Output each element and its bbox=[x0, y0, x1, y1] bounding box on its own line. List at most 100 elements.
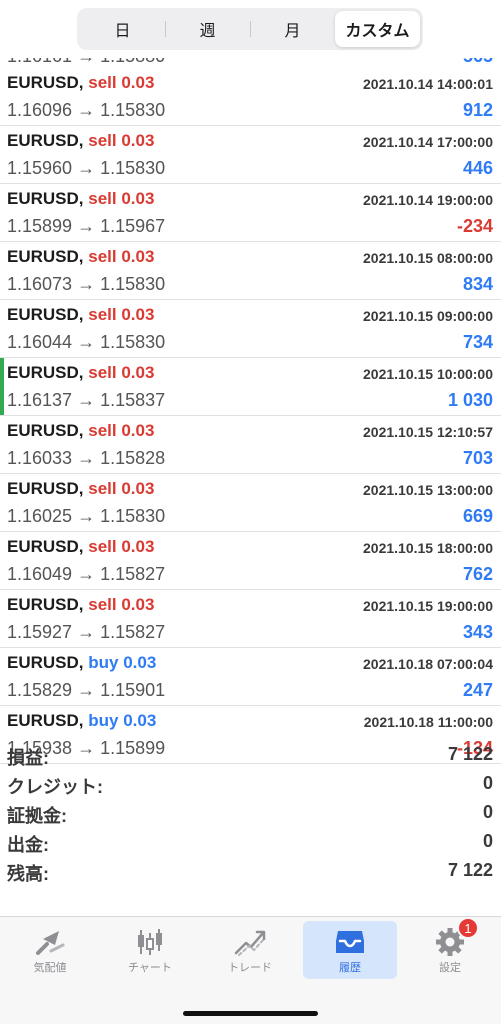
summary-value: 7 122 bbox=[447, 744, 493, 764]
deal-symbol: EURUSD, sell 0.03 bbox=[7, 363, 154, 383]
deal-profit: 343 bbox=[462, 622, 493, 642]
summary-row-balance: 残高: 7 122 bbox=[0, 857, 501, 886]
deal-time: 2021.10.15 13:00:00 bbox=[363, 482, 493, 498]
deal-symbol: EURUSD, sell 0.03 bbox=[7, 247, 154, 267]
deal-side: buy 0.03 bbox=[88, 653, 157, 672]
symbol-text: EURUSD, bbox=[7, 189, 84, 208]
deal-time: 2021.10.18 07:00:04 bbox=[363, 656, 493, 672]
deal-row[interactable]: EURUSD, sell 0.03 2021.10.15 13:00:00 1.16… bbox=[0, 474, 501, 532]
symbol-text: EURUSD, bbox=[7, 711, 84, 730]
deal-time: 2021.10.14 19:00:00 bbox=[363, 192, 493, 208]
deal-row[interactable]: EURUSD, sell 0.03 2021.10.14 14:00:01 1.16… bbox=[0, 68, 501, 126]
deal-profit: -234 bbox=[456, 216, 493, 236]
deal-time: 2021.10.15 19:00:00 bbox=[363, 598, 493, 614]
history-tray-icon bbox=[336, 931, 364, 953]
symbol-text: EURUSD, bbox=[7, 247, 84, 266]
home-indicator bbox=[183, 1011, 318, 1016]
deal-prices: 1.16096 → 1.15830 bbox=[7, 100, 166, 120]
segment-month[interactable]: 月 bbox=[250, 11, 335, 47]
deal-side: sell 0.03 bbox=[88, 73, 155, 92]
deal-side: sell 0.03 bbox=[88, 363, 155, 382]
summary-label: 証拠金: bbox=[7, 806, 67, 826]
deal-prices: 1.15960 → 1.15830 bbox=[7, 158, 166, 178]
deal-row[interactable]: EURUSD, sell 0.03 2021.10.15 09:00:00 1.16… bbox=[0, 300, 501, 358]
deal-time: 2021.10.15 08:00:00 bbox=[363, 250, 493, 266]
deal-prices: 1.16137 → 1.15837 bbox=[7, 390, 166, 410]
deal-prices: 1.16025 → 1.15830 bbox=[7, 506, 166, 526]
period-segmented-control: 日 週 月 カスタム bbox=[77, 8, 423, 50]
bottom-tab-bar: 気配値 チャート トレード 履歴 1 設定 bbox=[0, 916, 501, 1024]
symbol-text: EURUSD, bbox=[7, 537, 84, 556]
segment-day[interactable]: 日 bbox=[80, 11, 165, 47]
deal-row[interactable]: EURUSD, sell 0.03 2021.10.14 19:00:00 1.15… bbox=[0, 184, 501, 242]
tab-history[interactable]: 履歴 bbox=[303, 921, 397, 979]
deal-profit: 446 bbox=[462, 158, 493, 178]
symbol-text: EURUSD, bbox=[7, 479, 84, 498]
deal-prices: 1.16073 → 1.15830 bbox=[7, 274, 166, 294]
summary-label: クレジット: bbox=[7, 777, 103, 797]
tab-trade[interactable]: トレード bbox=[203, 921, 297, 979]
deal-side: sell 0.03 bbox=[88, 189, 155, 208]
deal-prices: 1.16049 → 1.15827 bbox=[7, 564, 166, 584]
deal-list: EURUSD, sell 0.03 2021.10.14 14:00:01 1.16… bbox=[0, 68, 501, 764]
deal-time: 2021.10.15 10:00:00 bbox=[363, 366, 493, 382]
deal-row[interactable]: EURUSD, sell 0.03 2021.10.15 10:00:00 1.16… bbox=[0, 358, 501, 416]
tab-label: トレード bbox=[228, 962, 272, 974]
chart-candles-icon bbox=[138, 929, 162, 955]
summary-value: 0 bbox=[482, 831, 493, 851]
deal-time: 2021.10.15 18:00:00 bbox=[363, 540, 493, 556]
deal-row[interactable]: EURUSD, sell 0.03 2021.10.14 17:00:00 1.15… bbox=[0, 126, 501, 184]
tab-quotes[interactable]: 気配値 bbox=[3, 921, 97, 979]
segment-week[interactable]: 週 bbox=[165, 11, 250, 47]
summary-row-withdrawal: 出金: 0 bbox=[0, 828, 501, 857]
symbol-text: EURUSD, bbox=[7, 421, 84, 440]
deal-profit: 834 bbox=[462, 274, 493, 294]
summary-label: 残高: bbox=[7, 864, 49, 884]
deal-profit: 762 bbox=[462, 564, 493, 584]
deal-row[interactable]: EURUSD, sell 0.03 2021.10.15 12:10:57 1.16… bbox=[0, 416, 501, 474]
tab-settings[interactable]: 1 設定 bbox=[403, 917, 497, 979]
summary-row-profit: 損益: 7 122 bbox=[0, 741, 501, 770]
deal-time: 2021.10.15 12:10:57 bbox=[363, 424, 493, 440]
account-summary: 損益: 7 122 クレジット: 0 証拠金: 0 出金: 0 残高: 7 12… bbox=[0, 741, 501, 886]
deal-time: 2021.10.14 14:00:01 bbox=[363, 76, 493, 92]
quotes-icon bbox=[36, 931, 65, 955]
deal-symbol: EURUSD, sell 0.03 bbox=[7, 421, 154, 441]
segment-custom[interactable]: カスタム bbox=[335, 11, 420, 47]
summary-value: 0 bbox=[482, 773, 493, 793]
deal-profit: 703 bbox=[462, 448, 493, 468]
deal-profit: 734 bbox=[462, 332, 493, 352]
symbol-text: EURUSD, bbox=[7, 653, 84, 672]
deal-time: 2021.10.14 17:00:00 bbox=[363, 134, 493, 150]
deal-side: sell 0.03 bbox=[88, 537, 155, 556]
symbol-text: EURUSD, bbox=[7, 131, 84, 150]
notification-badge: 1 bbox=[457, 917, 479, 939]
summary-row-margin: 証拠金: 0 bbox=[0, 799, 501, 828]
symbol-text: EURUSD, bbox=[7, 595, 84, 614]
deal-symbol: EURUSD, sell 0.03 bbox=[7, 537, 154, 557]
symbol-text: EURUSD, bbox=[7, 363, 84, 382]
summary-row-credit: クレジット: 0 bbox=[0, 770, 501, 799]
deal-symbol: EURUSD, buy 0.03 bbox=[7, 653, 156, 673]
period-header: 日 週 月 カスタム bbox=[0, 0, 501, 58]
tab-label: 設定 bbox=[439, 962, 461, 974]
deal-side: sell 0.03 bbox=[88, 421, 155, 440]
deal-profit: 247 bbox=[462, 680, 493, 700]
deal-symbol: EURUSD, sell 0.03 bbox=[7, 595, 154, 615]
deal-row[interactable]: EURUSD, buy 0.03 2021.10.18 07:00:04 1.158… bbox=[0, 648, 501, 706]
deal-prices: 1.16033 → 1.15828 bbox=[7, 448, 166, 468]
deal-prices: 1.15829 → 1.15901 bbox=[7, 680, 166, 700]
tab-chart[interactable]: チャート bbox=[103, 921, 197, 979]
deal-symbol: EURUSD, sell 0.03 bbox=[7, 131, 154, 151]
deal-time: 2021.10.18 11:00:00 bbox=[363, 714, 493, 730]
deal-profit: 912 bbox=[462, 100, 493, 120]
deal-row[interactable]: EURUSD, sell 0.03 2021.10.15 18:00:00 1.16… bbox=[0, 532, 501, 590]
deal-row[interactable]: EURUSD, sell 0.03 2021.10.15 08:00:00 1.16… bbox=[0, 242, 501, 300]
deal-side: buy 0.03 bbox=[88, 711, 157, 730]
summary-value: 0 bbox=[482, 802, 493, 822]
deal-symbol: EURUSD, buy 0.03 bbox=[7, 711, 156, 731]
deal-row[interactable]: EURUSD, sell 0.03 2021.10.15 19:00:00 1.15… bbox=[0, 590, 501, 648]
trade-icon bbox=[234, 930, 266, 956]
tab-label: チャート bbox=[128, 962, 172, 974]
deal-symbol: EURUSD, sell 0.03 bbox=[7, 305, 154, 325]
